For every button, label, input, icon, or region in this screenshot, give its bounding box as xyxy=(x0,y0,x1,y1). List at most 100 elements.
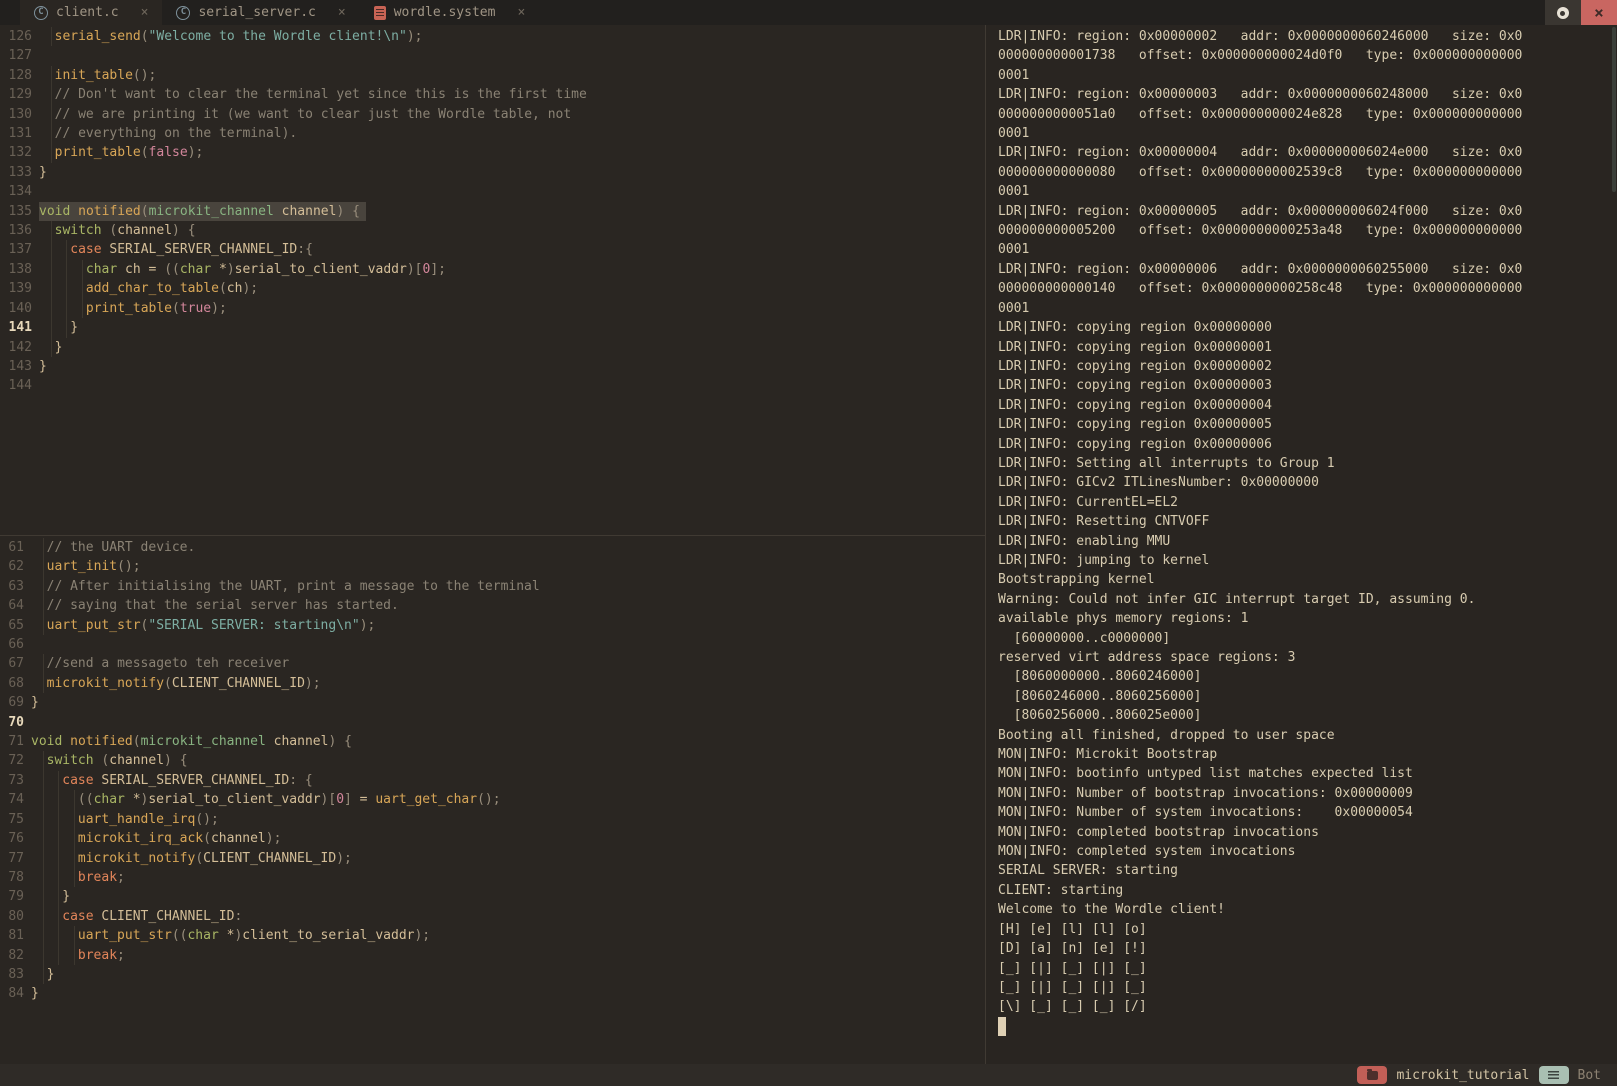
line-number: 73 xyxy=(0,771,24,790)
code-line[interactable]: 70 xyxy=(0,713,985,732)
code-line[interactable]: 135void notified(microkit_channel channe… xyxy=(0,202,985,221)
tab-wordle-system[interactable]: wordle.system × xyxy=(360,0,540,25)
code-line[interactable]: 65uart_put_str("SERIAL SERVER: starting\… xyxy=(0,616,985,635)
code-line[interactable]: 139add_char_to_table(ch); xyxy=(0,279,985,298)
code-line[interactable]: 72switch (channel) { xyxy=(0,751,985,770)
tab-close-icon[interactable]: × xyxy=(141,5,149,20)
line-number: 72 xyxy=(0,751,24,770)
indent-guide xyxy=(58,829,59,848)
code-line[interactable]: 62uart_init(); xyxy=(0,557,985,576)
code-line[interactable]: 71void notified(microkit_channel channel… xyxy=(0,732,985,751)
code-token: ( xyxy=(164,676,172,691)
code-line[interactable]: 128init_table(); xyxy=(0,66,985,85)
code-token: (); xyxy=(195,812,218,827)
terminal-line: Welcome to the Wordle client! xyxy=(998,900,1617,919)
line-number: 139 xyxy=(0,279,32,298)
code-token: // Don't want to clear the terminal yet … xyxy=(55,87,587,102)
tab-label: wordle.system xyxy=(394,5,496,20)
code-token: ); xyxy=(414,928,430,943)
code-line[interactable]: 132print_table(false); xyxy=(0,143,985,162)
indent-guide xyxy=(43,868,44,887)
terminal-scrollbar[interactable] xyxy=(1612,27,1616,192)
code-line[interactable]: 127 xyxy=(0,46,985,65)
code-line[interactable]: 129// Don't want to clear the terminal y… xyxy=(0,85,985,104)
line-number: 80 xyxy=(0,907,24,926)
tab-close-icon[interactable]: × xyxy=(338,5,346,20)
code-line[interactable]: 138char ch = ((char *)serial_to_client_v… xyxy=(0,260,985,279)
code-line[interactable]: 84} xyxy=(0,984,985,1003)
code-line[interactable]: 130// we are printing it (we want to cle… xyxy=(0,105,985,124)
code-line[interactable]: 82break; xyxy=(0,946,985,965)
editor-pane-client[interactable]: 126serial_send("Welcome to the Wordle cl… xyxy=(0,25,985,535)
code-line[interactable]: 76microkit_irq_ack(channel); xyxy=(0,829,985,848)
code-token: )[ xyxy=(321,792,337,807)
indent-guide xyxy=(58,771,59,790)
indent-guide xyxy=(43,596,44,615)
indent-guide xyxy=(43,674,44,693)
code-line[interactable]: 67//send a messageto teh receiver xyxy=(0,654,985,673)
code-line[interactable]: 126serial_send("Welcome to the Wordle cl… xyxy=(0,27,985,46)
code-line[interactable]: 140print_table(true); xyxy=(0,299,985,318)
window-controls: × xyxy=(1545,0,1617,25)
terminal-line: [8060246000..8060256000] xyxy=(998,687,1617,706)
code-line[interactable]: 80case CLIENT_CHANNEL_ID: xyxy=(0,907,985,926)
system-file-icon xyxy=(374,6,386,20)
code-line[interactable]: 66 xyxy=(0,635,985,654)
code-line[interactable]: 134 xyxy=(0,182,985,201)
indent-guide xyxy=(43,907,44,926)
tab-client-c[interactable]: C client.c × xyxy=(20,0,162,25)
code-line[interactable]: 78break; xyxy=(0,868,985,887)
terminal-line: [\] [_] [_] [_] [/] xyxy=(998,997,1617,1016)
session-badge xyxy=(1357,1066,1387,1084)
code-token: ) { xyxy=(328,734,351,749)
code-token: break xyxy=(78,948,117,963)
code-line[interactable]: 69} xyxy=(0,693,985,712)
code-line[interactable]: 75uart_handle_irq(); xyxy=(0,810,985,829)
code-line[interactable]: 133} xyxy=(0,163,985,182)
line-number: 68 xyxy=(0,674,24,693)
line-number: 71 xyxy=(0,732,24,751)
toggle-visibility-button[interactable] xyxy=(1545,0,1581,25)
line-number: 84 xyxy=(0,984,24,1003)
code-line[interactable]: 79} xyxy=(0,887,985,906)
terminal-line: LDR|INFO: enabling MMU xyxy=(998,532,1617,551)
terminal-line: LDR|INFO: CurrentEL=EL2 xyxy=(998,493,1617,512)
indent-guide xyxy=(43,946,44,965)
tab-close-icon[interactable]: × xyxy=(517,5,525,20)
line-number: 142 xyxy=(0,338,32,357)
eye-icon xyxy=(1557,7,1569,19)
terminal-pane[interactable]: LDR|INFO: region: 0x00000002 addr: 0x000… xyxy=(986,25,1617,1064)
code-line[interactable]: 61// the UART device. xyxy=(0,538,985,557)
editor-pane-serial-server[interactable]: 61// the UART device.62uart_init();63// … xyxy=(0,536,985,1064)
code-token: channel xyxy=(109,753,164,768)
code-token: SERIAL_SERVER_CHANNEL_ID xyxy=(109,242,297,257)
code-line[interactable]: 136switch (channel) { xyxy=(0,221,985,240)
code-line[interactable]: 131// everything on the terminal). xyxy=(0,124,985,143)
code-token: uart_handle_irq xyxy=(78,812,195,827)
code-line[interactable]: 73case SERIAL_SERVER_CHANNEL_ID: { xyxy=(0,771,985,790)
code-token: : xyxy=(234,909,242,924)
code-line[interactable]: 143} xyxy=(0,357,985,376)
code-line[interactable]: 142} xyxy=(0,338,985,357)
code-line[interactable]: 137case SERIAL_SERVER_CHANNEL_ID:{ xyxy=(0,240,985,259)
code-line[interactable]: 68microkit_notify(CLIENT_CHANNEL_ID); xyxy=(0,674,985,693)
close-window-button[interactable]: × xyxy=(1581,0,1617,25)
tab-serial-server-c[interactable]: C serial_server.c × xyxy=(162,0,359,25)
line-number: 131 xyxy=(0,124,32,143)
code-line[interactable]: 77microkit_notify(CLIENT_CHANNEL_ID); xyxy=(0,849,985,868)
indent-guide xyxy=(74,868,75,887)
code-line[interactable]: 81uart_put_str((char *)client_to_serial_… xyxy=(0,926,985,945)
line-number: 134 xyxy=(0,182,32,201)
code-token: channel xyxy=(266,734,329,749)
code-line[interactable]: 141} xyxy=(0,318,985,337)
indent-guide xyxy=(74,849,75,868)
session-name: microkit_tutorial xyxy=(1396,1068,1529,1083)
code-line[interactable]: 83} xyxy=(0,965,985,984)
code-token: // saying that the serial server has sta… xyxy=(47,598,399,613)
code-line[interactable]: 144 xyxy=(0,376,985,395)
code-line[interactable]: 64// saying that the serial server has s… xyxy=(0,596,985,615)
code-token: ); xyxy=(360,618,376,633)
code-line[interactable]: 74((char *)serial_to_client_vaddr)[0] = … xyxy=(0,790,985,809)
terminal-line: MON|INFO: Microkit Bootstrap xyxy=(998,745,1617,764)
code-line[interactable]: 63// After initialising the UART, print … xyxy=(0,577,985,596)
